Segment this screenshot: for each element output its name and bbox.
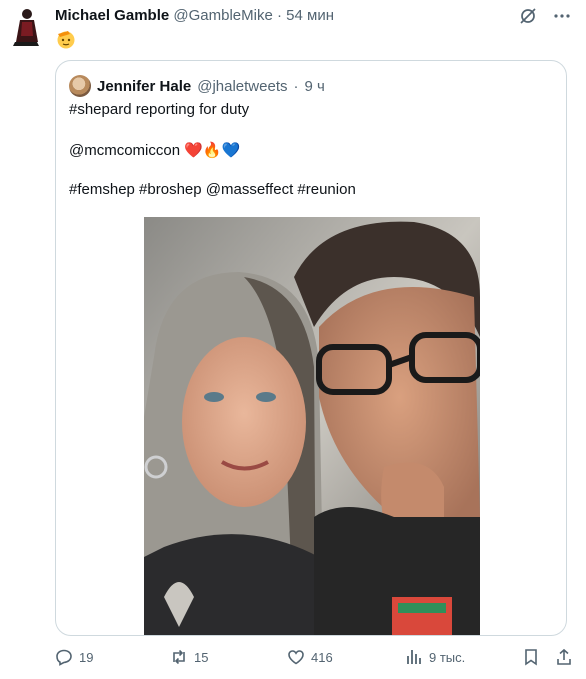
tweet-time[interactable]: 54 мин [286,7,334,24]
retweet-icon [173,649,185,665]
views-count: 9 тыс. [429,649,466,665]
more-icon[interactable] [552,6,572,26]
quoted-text-line-2: @mcmcomiccon ❤️🔥💙 [69,142,241,159]
like-count: 416 [311,649,333,665]
quoted-text-line-3: #femshep #broshep @masseffect #reunion [69,181,356,198]
reply-button[interactable]: 19 [55,648,93,666]
quoted-photo[interactable] [144,217,480,636]
tweet-card[interactable]: Michael Gamble @GambleMike · 54 мин Jenn… [0,0,586,679]
views-button[interactable]: 9 тыс. [405,648,465,666]
grok-slash-icon[interactable] [518,6,538,26]
share-icon [557,648,571,665]
tweet-header: Michael Gamble @GambleMike · 54 мин [55,7,334,24]
like-icon [288,650,304,665]
author-name[interactable]: Michael Gamble [55,7,169,24]
quoted-author-name[interactable]: Jennifer Hale [97,78,191,95]
quoted-text-line-1: #shepard reporting for duty [69,101,250,118]
bookmark-button[interactable] [522,648,540,666]
separator-dot: · [293,77,299,95]
separator-dot: · [276,7,282,24]
reply-count: 19 [79,649,94,665]
quoted-tweet[interactable]: Jennifer Hale @jhaletweets · 9 ч #shepar… [55,60,567,636]
author-handle[interactable]: @GambleMike [173,7,272,24]
retweet-button[interactable]: 15 [170,648,208,666]
quoted-header: Jennifer Hale @jhaletweets · 9 ч [69,75,325,97]
quoted-avatar[interactable] [69,75,91,97]
action-bar: 19 15 416 9 тыс. [55,648,575,672]
retweet-count: 15 [194,649,209,665]
reply-icon [56,649,72,666]
views-icon [407,650,421,664]
saluting-face-emoji [57,31,75,49]
like-button[interactable]: 416 [287,648,333,666]
share-button[interactable] [555,648,573,666]
quoted-author-handle[interactable]: @jhaletweets [197,78,287,95]
quoted-time[interactable]: 9 ч [305,78,325,95]
avatar[interactable] [12,6,40,46]
top-actions [518,6,572,26]
bookmark-icon [525,649,537,666]
